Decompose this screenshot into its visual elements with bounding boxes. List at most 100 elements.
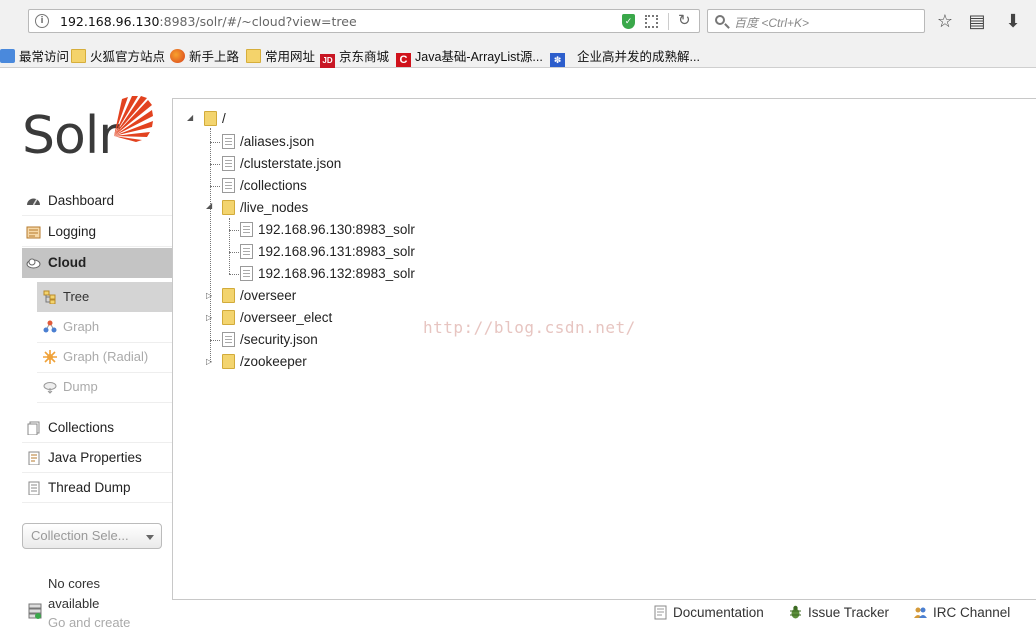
tree-node-file[interactable]: 192.168.96.130:8983_solr <box>240 220 415 240</box>
bookmark-most-visited[interactable]: 最常访问 <box>0 46 69 64</box>
tree-node-file[interactable]: /security.json <box>222 330 318 350</box>
firefox-icon <box>170 49 185 63</box>
collection-selector[interactable]: Collection Sele... <box>22 523 162 549</box>
tree-node-file[interactable]: /collections <box>222 176 307 196</box>
irc-channel-link[interactable]: IRC Channel <box>914 603 1010 623</box>
tree-connector <box>210 164 220 165</box>
tree-connector <box>210 340 220 341</box>
bookmark-java-arraylist[interactable]: C Java基础-ArrayList源... <box>396 46 543 67</box>
cores-icon <box>28 603 42 619</box>
tree-node-label: /collections <box>240 178 307 193</box>
csdn-icon: C <box>396 53 411 67</box>
tree-node-folder[interactable]: /live_nodes <box>222 198 308 218</box>
tree-node-label: / <box>222 111 226 126</box>
solr-sun-icon <box>114 96 153 142</box>
bookmark-star-icon[interactable]: ☆ <box>934 10 956 32</box>
tree-node-folder[interactable]: /overseer <box>222 286 296 306</box>
bookmark-label: 京东商城 <box>339 50 390 64</box>
bookmark-label: 最常访问 <box>19 50 70 64</box>
collections-icon <box>27 421 40 435</box>
bookmark-common-sites[interactable]: 常用网址 <box>246 46 315 64</box>
go-and-create-link[interactable]: Go and create <box>48 613 158 633</box>
no-cores-message: No cores available Go and create <box>48 574 158 633</box>
tree-node-folder[interactable]: /zookeeper <box>222 352 307 372</box>
folder-icon <box>222 354 235 369</box>
tree-node-root[interactable]: / <box>204 109 226 129</box>
footer-label: Documentation <box>673 605 764 620</box>
solr-logo[interactable]: Solr <box>22 96 153 168</box>
bookmark-label: 企业高并发的成熟解... <box>577 50 700 64</box>
menu-item-cloud[interactable]: Cloud <box>22 248 172 278</box>
reload-icon[interactable]: ↻ <box>678 11 691 29</box>
qr-code-icon[interactable] <box>645 15 658 28</box>
thread-dump-icon <box>28 481 40 495</box>
menu-label: Cloud <box>48 255 87 270</box>
submenu-label: Tree <box>63 289 90 304</box>
issue-tracker-link[interactable]: Issue Tracker <box>789 603 889 623</box>
chevron-down-icon <box>146 535 154 540</box>
bookmark-firefox-official[interactable]: 火狐官方站点 <box>71 46 165 64</box>
submenu-item-graph[interactable]: Graph <box>37 312 172 342</box>
star-icon <box>0 49 15 63</box>
submenu-item-dump[interactable]: Dump <box>37 372 172 402</box>
menu-item-java-properties[interactable]: Java Properties <box>22 443 172 473</box>
watermark: http://blog.csdn.net/ <box>423 318 636 337</box>
menu-item-dashboard[interactable]: Dashboard <box>22 186 172 216</box>
tree-node-label: /zookeeper <box>240 354 307 369</box>
reading-list-icon[interactable]: ▤ <box>966 10 988 32</box>
bookmark-getting-started[interactable]: 新手上路 <box>170 46 239 64</box>
site-info-icon[interactable]: i <box>35 14 49 28</box>
tree-connector <box>210 142 220 143</box>
shield-icon[interactable]: ✓ <box>622 14 635 29</box>
tree-node-label: /overseer <box>240 288 297 303</box>
address-bar[interactable]: i 192.168.96.130:8983/solr/#/~cloud?view… <box>28 9 700 33</box>
collection-selector-placeholder: Collection Sele... <box>31 528 129 543</box>
bookmarks-bar: 最常访问 火狐官方站点 新手上路 常用网址 JD 京东商城 C Java基础-Arr… <box>0 42 1036 68</box>
collapse-arrow-icon[interactable]: ◢ <box>206 202 212 210</box>
submenu-item-tree[interactable]: Tree <box>37 282 172 312</box>
submenu-label: Graph <box>63 319 100 334</box>
menu-item-thread-dump[interactable]: Thread Dump <box>22 473 172 503</box>
file-icon <box>240 222 253 237</box>
users-icon <box>914 607 927 618</box>
bookmark-jd[interactable]: JD 京东商城 <box>320 46 390 68</box>
tree-icon <box>43 290 56 304</box>
collapse-arrow-icon[interactable]: ◢ <box>187 114 193 122</box>
browser-nav-bar: i 192.168.96.130:8983/solr/#/~cloud?view… <box>0 0 1036 42</box>
tree-node-label: /overseer_elect <box>240 310 333 325</box>
expand-arrow-icon[interactable]: ▷ <box>206 314 212 322</box>
file-icon <box>222 156 235 171</box>
documentation-link[interactable]: Documentation <box>654 603 764 623</box>
tree-connector <box>229 218 230 274</box>
bookmark-enterprise-concurrency[interactable]: ✽ 企业高并发的成熟解... <box>550 46 700 67</box>
file-icon <box>222 178 235 193</box>
url-text[interactable]: 192.168.96.130:8983/solr/#/~cloud?view=t… <box>60 14 357 29</box>
search-placeholder: 百度 <Ctrl+K> <box>734 16 810 30</box>
tree-node-label: 192.168.96.130:8983_solr <box>258 222 415 237</box>
tree-connector <box>229 230 239 231</box>
no-cores-line: available <box>48 595 100 611</box>
jd-icon: JD <box>320 54 335 68</box>
expand-arrow-icon[interactable]: ▷ <box>206 292 212 300</box>
submenu-item-graph-radial[interactable]: Graph (Radial) <box>37 342 172 372</box>
graph-radial-icon <box>43 350 57 364</box>
java-properties-icon <box>28 451 40 465</box>
tree-node-folder[interactable]: /overseer_elect <box>222 308 332 328</box>
logo-text: Solr <box>22 106 120 166</box>
tree-node-file[interactable]: /clusterstate.json <box>222 154 341 174</box>
menu-item-logging[interactable]: Logging <box>22 217 172 247</box>
folder-icon <box>246 49 261 63</box>
tree-node-file[interactable]: 192.168.96.132:8983_solr <box>240 264 415 284</box>
graph-icon <box>43 320 57 333</box>
menu-label: Dashboard <box>48 193 115 208</box>
url-host: 192.168.96.130 <box>60 14 160 29</box>
download-icon[interactable]: ⬇ <box>1002 10 1024 32</box>
menu-item-collections[interactable]: Collections <box>22 413 172 443</box>
search-icon <box>715 15 725 25</box>
tree-node-file[interactable]: /aliases.json <box>222 132 314 152</box>
expand-arrow-icon[interactable]: ▷ <box>206 358 212 366</box>
tree-node-file[interactable]: 192.168.96.131:8983_solr <box>240 242 415 262</box>
tree-node-label: /live_nodes <box>240 200 309 215</box>
search-box[interactable]: 百度 <Ctrl+K> <box>707 9 925 33</box>
document-icon <box>654 605 667 620</box>
